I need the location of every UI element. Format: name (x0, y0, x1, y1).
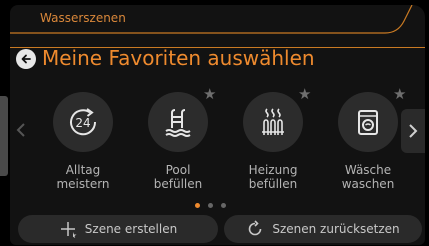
scene-tile-icon-bg (243, 92, 303, 152)
add-scene-icon (60, 222, 77, 238)
create-scene-button[interactable]: Szene erstellen (18, 215, 218, 243)
app-screen: Wasserszenen Meine Favoriten auswählen 2… (10, 5, 425, 245)
scene-tile-heizung[interactable]: ★ Heizung befüllen (228, 87, 318, 202)
page-title: Meine Favoriten auswählen (42, 46, 315, 70)
chevron-right-icon (409, 124, 418, 138)
star-icon[interactable]: ★ (203, 87, 216, 102)
scene-tile-waesche[interactable]: ★ Wäsche waschen (323, 87, 413, 202)
chevron-left-icon (16, 123, 25, 137)
star-icon[interactable]: ★ (393, 87, 406, 102)
tile-label-line1: Wäsche (344, 163, 392, 177)
scene-tile-icon-bg (148, 92, 208, 152)
pool-icon (165, 109, 191, 137)
scene-tile-label: Pool befüllen (133, 163, 223, 191)
page-dot[interactable] (221, 202, 226, 208)
tile-label-line1: Heizung (248, 163, 298, 177)
scene-tile-pool[interactable]: ★ Pool befüllen (133, 87, 223, 202)
tile-label-line2: meistern (56, 177, 110, 191)
title-bar: Wasserszenen (10, 5, 425, 48)
tile-label-line2: befüllen (153, 177, 203, 191)
scene-carousel: 24 Alltag meistern ★ Pool befüllen ★ Hei… (10, 87, 425, 202)
svg-text:24: 24 (75, 116, 90, 130)
section-title: Wasserszenen (40, 11, 126, 25)
tile-label-line1: Alltag (65, 163, 101, 177)
reset-scenes-label: Szenen zurücksetzen (272, 222, 400, 236)
star-icon[interactable]: ★ (298, 87, 311, 102)
carousel-pagination (195, 201, 240, 209)
back-button[interactable] (16, 49, 36, 69)
create-scene-label: Szene erstellen (84, 222, 178, 236)
scene-tile-label: Alltag meistern (38, 163, 128, 191)
scene-tile-label: Heizung befüllen (228, 163, 318, 191)
reset-scenes-button[interactable]: Szenen zurücksetzen (224, 215, 422, 243)
scene-tile-alltag[interactable]: 24 Alltag meistern (38, 87, 128, 202)
24-hour-icon: 24 (70, 108, 97, 136)
reset-icon (249, 220, 262, 236)
scene-tile-icon-bg: 24 (53, 92, 113, 152)
tile-label-line1: Pool (165, 163, 191, 177)
tile-label-line2: befüllen (248, 177, 298, 191)
side-bezel (0, 96, 8, 176)
tile-label-line2: waschen (341, 177, 395, 191)
page-dot[interactable] (208, 202, 213, 208)
scene-tile-icon-bg (338, 92, 398, 152)
arrow-left-icon (21, 54, 31, 64)
scene-tile-label: Wäsche waschen (323, 163, 413, 191)
carousel-next-button[interactable] (401, 109, 425, 153)
page-dot[interactable] (195, 202, 200, 208)
carousel-prev-button[interactable] (12, 115, 30, 145)
heating-icon (262, 108, 284, 135)
washing-machine-icon (358, 110, 378, 135)
